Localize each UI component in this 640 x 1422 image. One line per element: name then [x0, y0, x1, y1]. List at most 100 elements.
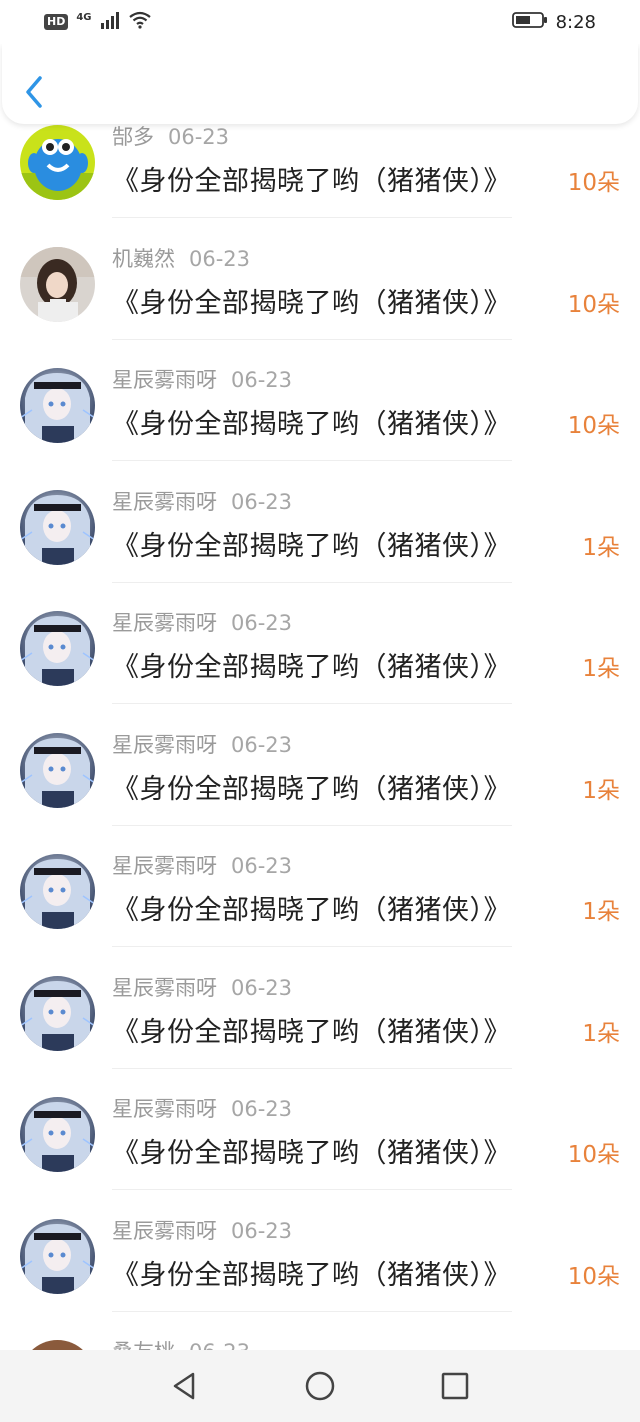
anime-girl-avatar[interactable] [20, 975, 95, 1051]
sender-meta: 星辰雾雨呀 06-23 [112, 972, 292, 1002]
flower-count: 10朵 [567, 170, 620, 196]
hd-badge: HD [44, 14, 69, 30]
gift-date: 06-23 [231, 489, 293, 514]
sender-name[interactable]: 星辰雾雨呀 [112, 733, 217, 757]
header [2, 44, 638, 124]
sender-meta: 郜多 06-23 [112, 121, 229, 151]
network-label: 4G [76, 12, 92, 23]
sender-meta: 星辰雾雨呀 06-23 [112, 1215, 292, 1245]
row-divider [112, 703, 512, 704]
sender-name[interactable]: 星辰雾雨呀 [112, 611, 217, 635]
recents-square-icon [441, 1372, 469, 1400]
gift-date: 06-23 [231, 1218, 293, 1243]
status-right: 8:28 [511, 11, 596, 33]
list-item[interactable]: 星辰雾雨呀 06-23 《身份全部揭晓了哟（猪猪侠）》 10朵 [0, 1097, 640, 1218]
row-divider [112, 1067, 512, 1069]
anime-girl-avatar[interactable] [20, 732, 95, 808]
work-title[interactable]: 《身份全部揭晓了哟（猪猪侠）》 [112, 767, 511, 806]
anime-girl-avatar[interactable] [20, 1097, 95, 1172]
battery-icon [511, 11, 548, 33]
sender-meta: 星辰雾雨呀 06-23 [112, 607, 292, 637]
list-item[interactable]: 机巍然 06-23 《身份全部揭晓了哟（猪猪侠）》 10朵 [0, 246, 640, 368]
anime-girl-avatar[interactable] [20, 368, 95, 443]
signal-icon [100, 11, 120, 33]
row-divider [112, 1310, 512, 1312]
flower-count: 1朵 [582, 777, 620, 804]
sender-meta: 机巍然 06-23 [112, 243, 250, 273]
chevron-left-icon [26, 76, 42, 108]
work-title[interactable]: 《身份全部揭晓了哟（猪猪侠）》 [112, 888, 511, 927]
sender-name[interactable]: 星辰雾雨呀 [112, 1097, 217, 1121]
gift-date: 06-23 [231, 975, 293, 1000]
work-title[interactable]: 《身份全部揭晓了哟（猪猪侠）》 [112, 1010, 511, 1049]
sender-name[interactable]: 星辰雾雨呀 [112, 854, 217, 878]
work-title[interactable]: 《身份全部揭晓了哟（猪猪侠）》 [112, 281, 511, 320]
row-divider [112, 217, 512, 218]
sender-meta: 星辰雾雨呀 06-23 [112, 364, 292, 394]
back-button[interactable] [20, 72, 48, 112]
work-title[interactable]: 《身份全部揭晓了哟（猪猪侠）》 [112, 402, 511, 441]
girl-photo-avatar[interactable] [20, 246, 95, 322]
screen: 郜多 06-23 《身份全部揭晓了哟（猪猪侠）》 10朵 机巍然 06-23 《身份全部揭晓… [0, 0, 640, 1422]
work-title[interactable]: 《身份全部揭晓了哟（猪猪侠）》 [112, 645, 511, 684]
home-circle-icon [305, 1371, 335, 1401]
gift-date: 06-23 [231, 732, 293, 757]
work-title[interactable]: 《身份全部揭晓了哟（猪猪侠）》 [112, 524, 511, 563]
nav-recents-button[interactable] [435, 1366, 475, 1406]
anime-girl-avatar[interactable] [20, 489, 95, 565]
flower-count: 1朵 [582, 656, 620, 682]
sender-meta: 星辰雾雨呀 06-23 [112, 486, 292, 516]
list-item[interactable]: 星辰雾雨呀 06-23 《身份全部揭晓了哟（猪猪侠）》 10朵 [0, 1218, 640, 1340]
flower-count: 1朵 [582, 899, 620, 925]
wifi-icon [128, 11, 152, 33]
gift-date: 06-23 [231, 368, 293, 392]
list-item[interactable]: 星辰雾雨呀 06-23 《身份全部揭晓了哟（猪猪侠）》 1朵 [0, 975, 640, 1097]
flower-count: 10朵 [567, 291, 620, 318]
gift-date: 06-23 [231, 1097, 293, 1121]
list-item[interactable]: 星辰雾雨呀 06-23 《身份全部揭晓了哟（猪猪侠）》 1朵 [0, 732, 640, 854]
anime-girl-avatar[interactable] [20, 1218, 95, 1294]
back-triangle-icon [173, 1372, 195, 1400]
nav-back-button[interactable] [165, 1366, 205, 1406]
status-left: HD 4G [44, 11, 152, 33]
list-item[interactable]: 星辰雾雨呀 06-23 《身份全部揭晓了哟（猪猪侠）》 1朵 [0, 611, 640, 732]
work-title[interactable]: 《身份全部揭晓了哟（猪猪侠）》 [112, 159, 511, 198]
gift-date: 06-23 [168, 125, 230, 149]
list-item[interactable]: 星辰雾雨呀 06-23 《身份全部揭晓了哟（猪猪侠）》 1朵 [0, 489, 640, 611]
sender-meta: 星辰雾雨呀 06-23 [112, 729, 292, 759]
flower-count: 10朵 [567, 413, 620, 439]
green-monster-avatar[interactable] [20, 125, 95, 200]
row-divider [112, 1189, 512, 1190]
gift-date: 06-23 [231, 854, 293, 878]
row-divider [112, 946, 512, 947]
nav-home-button[interactable] [300, 1366, 340, 1406]
row-divider [112, 824, 512, 826]
gift-date: 06-23 [189, 246, 251, 271]
list-item[interactable]: 星辰雾雨呀 06-23 《身份全部揭晓了哟（猪猪侠）》 10朵 [0, 368, 640, 489]
row-divider [112, 338, 512, 340]
row-divider [112, 460, 512, 461]
row-divider [112, 581, 512, 583]
anime-girl-avatar[interactable] [20, 611, 95, 686]
list-item[interactable]: 郜多 06-23 《身份全部揭晓了哟（猪猪侠）》 10朵 [0, 125, 640, 246]
flower-count: 10朵 [567, 1263, 620, 1290]
work-title[interactable]: 《身份全部揭晓了哟（猪猪侠）》 [112, 1131, 511, 1170]
sender-name[interactable]: 郜多 [112, 125, 154, 149]
sender-name[interactable]: 机巍然 [112, 247, 175, 271]
sender-name[interactable]: 星辰雾雨呀 [112, 1219, 217, 1243]
gift-date: 06-23 [231, 611, 293, 635]
work-title[interactable]: 《身份全部揭晓了哟（猪猪侠）》 [112, 1253, 511, 1292]
flower-count: 1朵 [582, 1020, 620, 1047]
sender-name[interactable]: 星辰雾雨呀 [112, 490, 217, 514]
anime-girl-avatar[interactable] [20, 854, 95, 929]
system-nav-bar [0, 1350, 640, 1422]
status-bar: HD 4G 8:28 [0, 0, 640, 44]
flower-count: 1朵 [582, 534, 620, 561]
list-item[interactable]: 星辰雾雨呀 06-23 《身份全部揭晓了哟（猪猪侠）》 1朵 [0, 854, 640, 975]
flower-count: 10朵 [567, 1142, 620, 1168]
sender-name[interactable]: 星辰雾雨呀 [112, 368, 217, 392]
sender-meta: 星辰雾雨呀 06-23 [112, 1093, 292, 1123]
sender-name[interactable]: 星辰雾雨呀 [112, 976, 217, 1000]
sender-meta: 星辰雾雨呀 06-23 [112, 850, 292, 880]
clock: 8:28 [555, 11, 596, 33]
